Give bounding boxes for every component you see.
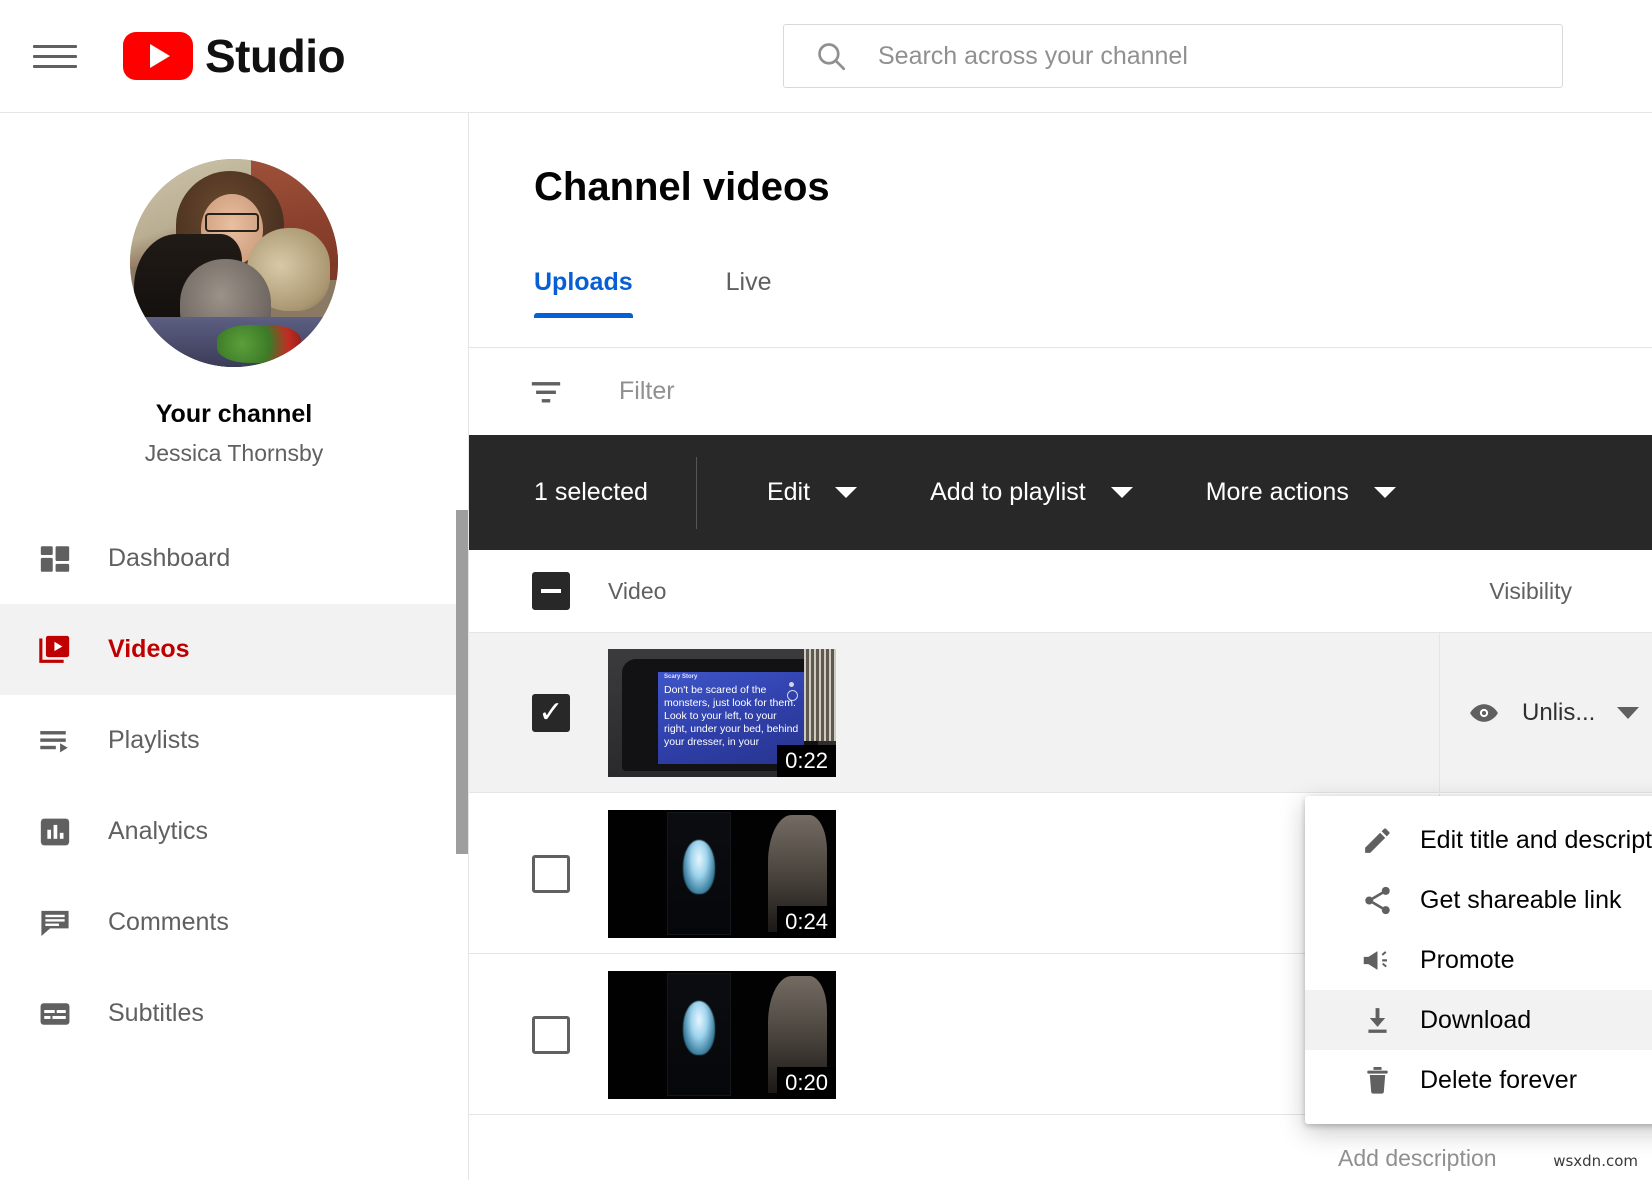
playlists-icon — [33, 719, 77, 763]
video-thumbnail[interactable]: Scary Story Don't be scared of the monst… — [608, 649, 836, 777]
sidebar-item-subtitles[interactable]: Subtitles — [0, 968, 468, 1059]
visibility-label: Unlis... — [1522, 699, 1595, 727]
sidebar-item-label: Comments — [108, 908, 229, 937]
filter-bar: Filter — [469, 348, 1652, 435]
edit-label: Edit — [767, 478, 810, 507]
visibility-cell[interactable]: Unlis... — [1439, 633, 1652, 792]
video-duration: 0:22 — [777, 745, 836, 777]
studio-brand[interactable]: Studio — [123, 32, 345, 80]
video-thumbnail[interactable]: 0:24 — [608, 810, 836, 938]
menu-item-label: Delete forever — [1420, 1066, 1577, 1095]
sidebar-scrollbar-thumb[interactable] — [456, 510, 469, 854]
more-actions-label: More actions — [1206, 478, 1349, 507]
selection-toolbar: 1 selected Edit Add to playlist More act… — [469, 435, 1652, 550]
channel-title: Your channel — [156, 400, 313, 429]
sidebar-item-videos[interactable]: Videos — [0, 604, 468, 695]
menu-item-delete-forever[interactable]: Delete forever — [1305, 1050, 1652, 1110]
thumbnail-title-text: Scary Story — [664, 674, 697, 680]
pencil-icon — [1354, 824, 1400, 857]
sidebar-item-analytics[interactable]: Analytics — [0, 786, 468, 877]
row-checkbox[interactable]: ✓ — [532, 694, 570, 732]
analytics-icon — [33, 810, 77, 854]
share-icon — [1354, 884, 1400, 917]
menu-item-label: Download — [1420, 1006, 1531, 1035]
tab-bar: Uploads Live — [534, 268, 772, 318]
select-all-checkbox[interactable] — [532, 572, 570, 610]
subtitles-icon — [33, 992, 77, 1036]
row-checkbox[interactable] — [532, 855, 570, 893]
channel-block: Your channel Jessica Thornsby — [0, 113, 468, 467]
trash-icon — [1354, 1064, 1400, 1097]
add-description-placeholder[interactable]: Add description — [1338, 1145, 1497, 1172]
filter-input[interactable]: Filter — [619, 377, 675, 406]
sidebar-item-label: Dashboard — [108, 544, 230, 573]
add-to-playlist-label: Add to playlist — [930, 478, 1086, 507]
megaphone-icon — [1354, 944, 1400, 977]
thumbnail-body-text: Don't be scared of the monsters, just lo… — [664, 684, 798, 748]
menu-item-download[interactable]: Download — [1305, 990, 1652, 1050]
chevron-down-icon — [835, 487, 857, 498]
selected-count: 1 selected — [534, 478, 648, 507]
sidebar-item-label: Subtitles — [108, 999, 204, 1028]
edit-button[interactable]: Edit — [767, 478, 857, 507]
tab-uploads[interactable]: Uploads — [534, 268, 633, 318]
watermark: wsxdn.com — [1553, 1152, 1638, 1170]
brand-label: Studio — [205, 33, 345, 79]
search-input[interactable] — [878, 42, 1546, 71]
videos-icon — [33, 628, 77, 672]
sidebar: Your channel Jessica Thornsby Dashboard — [0, 113, 469, 1180]
video-thumbnail[interactable]: 0:20 — [608, 971, 836, 1099]
avatar[interactable] — [130, 159, 338, 367]
video-duration: 0:24 — [777, 906, 836, 938]
chevron-down-icon — [1111, 487, 1133, 498]
youtube-studio-page: Studio Your channel Jessica Thornsby — [0, 0, 1652, 1180]
menu-item-promote[interactable]: Promote — [1305, 930, 1652, 990]
menu-item-get-shareable-link[interactable]: Get shareable link — [1305, 870, 1652, 930]
tab-label: Uploads — [534, 268, 633, 296]
column-header-video: Video — [608, 578, 666, 605]
search-icon — [814, 39, 848, 73]
table-row[interactable]: ✓ Scary Story Don't be scared of the mon… — [469, 633, 1652, 793]
add-to-playlist-button[interactable]: Add to playlist — [930, 478, 1133, 507]
video-duration: 0:20 — [777, 1067, 836, 1099]
sidebar-item-label: Playlists — [108, 726, 200, 755]
sidebar-item-playlists[interactable]: Playlists — [0, 695, 468, 786]
more-actions-button[interactable]: More actions — [1206, 478, 1396, 507]
column-header-visibility: Visibility — [1489, 578, 1572, 605]
sidebar-item-dashboard[interactable]: Dashboard — [0, 513, 468, 604]
row-checkbox[interactable] — [532, 1016, 570, 1054]
chevron-down-icon[interactable] — [1617, 707, 1639, 719]
search-bar[interactable] — [783, 24, 1563, 88]
youtube-logo-icon — [123, 32, 193, 80]
main-content: Channel videos Uploads Live Filter 1 sel… — [469, 113, 1652, 1180]
page-title: Channel videos — [534, 165, 830, 210]
top-bar: Studio — [0, 0, 1652, 113]
dashboard-icon — [33, 537, 77, 581]
toolbar-divider — [696, 457, 697, 529]
sidebar-item-label: Analytics — [108, 817, 208, 846]
sidebar-nav: Dashboard Videos — [0, 513, 468, 1059]
chevron-down-icon — [1374, 487, 1396, 498]
hamburger-icon[interactable] — [33, 38, 77, 74]
menu-item-edit-title-and-description[interactable]: Edit title and description — [1305, 810, 1652, 870]
table-header: Video Visibility — [469, 550, 1652, 633]
tab-live[interactable]: Live — [726, 268, 772, 318]
channel-name: Jessica Thornsby — [145, 440, 324, 467]
menu-item-label: Promote — [1420, 946, 1514, 975]
sidebar-item-label: Videos — [108, 635, 190, 664]
comments-icon — [33, 901, 77, 945]
eye-icon — [1468, 697, 1500, 729]
download-icon — [1354, 1004, 1400, 1037]
context-menu: Edit title and description Get shareable… — [1305, 796, 1652, 1124]
menu-item-label: Edit title and description — [1420, 826, 1652, 855]
filter-icon[interactable] — [529, 375, 563, 409]
menu-item-label: Get shareable link — [1420, 886, 1622, 915]
sidebar-item-comments[interactable]: Comments — [0, 877, 468, 968]
tab-label: Live — [726, 268, 772, 296]
